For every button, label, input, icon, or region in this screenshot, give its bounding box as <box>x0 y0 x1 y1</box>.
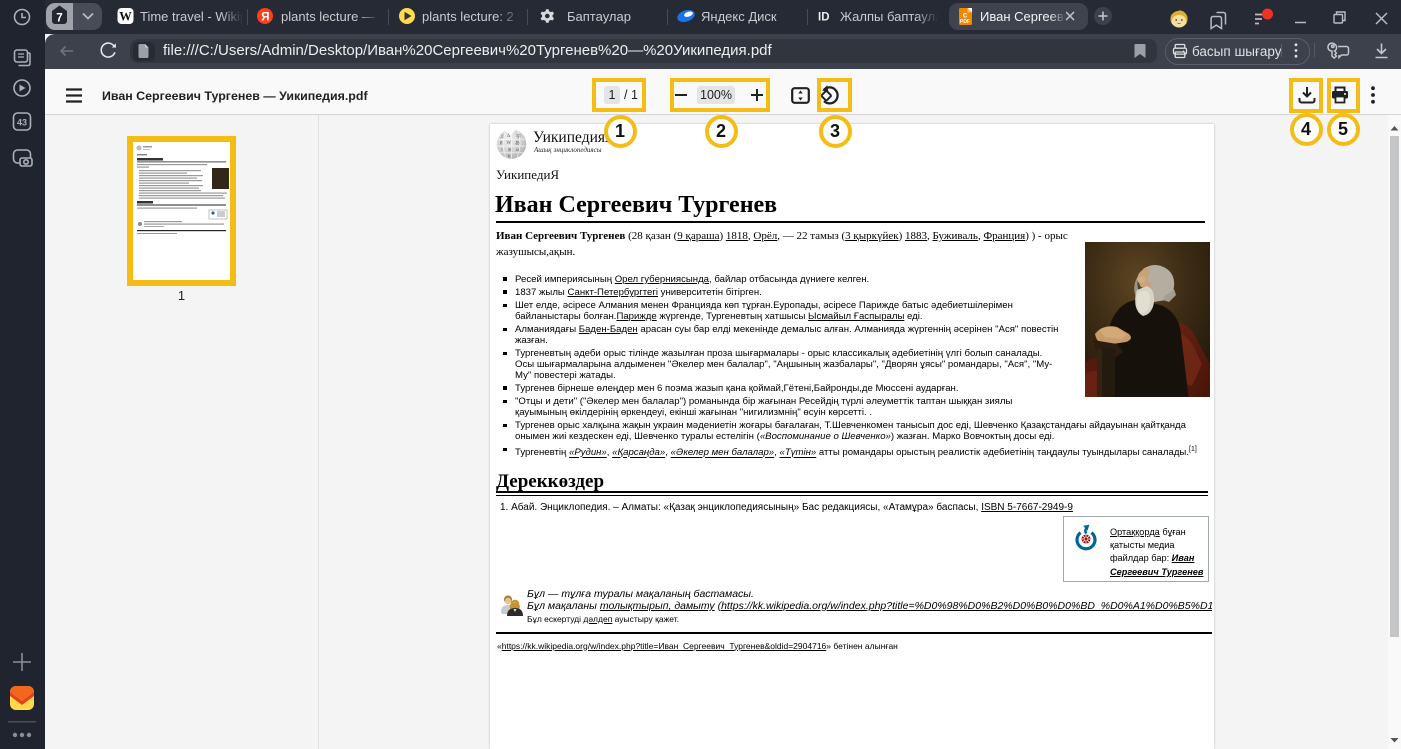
svg-text:W: W <box>507 141 512 146</box>
svg-text:7: 7 <box>56 13 62 25</box>
svg-text:Я: Я <box>261 12 269 24</box>
svg-text:ID: ID <box>818 12 830 24</box>
svg-text:W: W <box>119 10 132 24</box>
svg-text:PDF: PDF <box>960 19 970 25</box>
svg-text:Δ: Δ <box>507 134 510 139</box>
svg-text:43: 43 <box>17 118 27 128</box>
svg-text:τ: τ <box>501 148 503 153</box>
